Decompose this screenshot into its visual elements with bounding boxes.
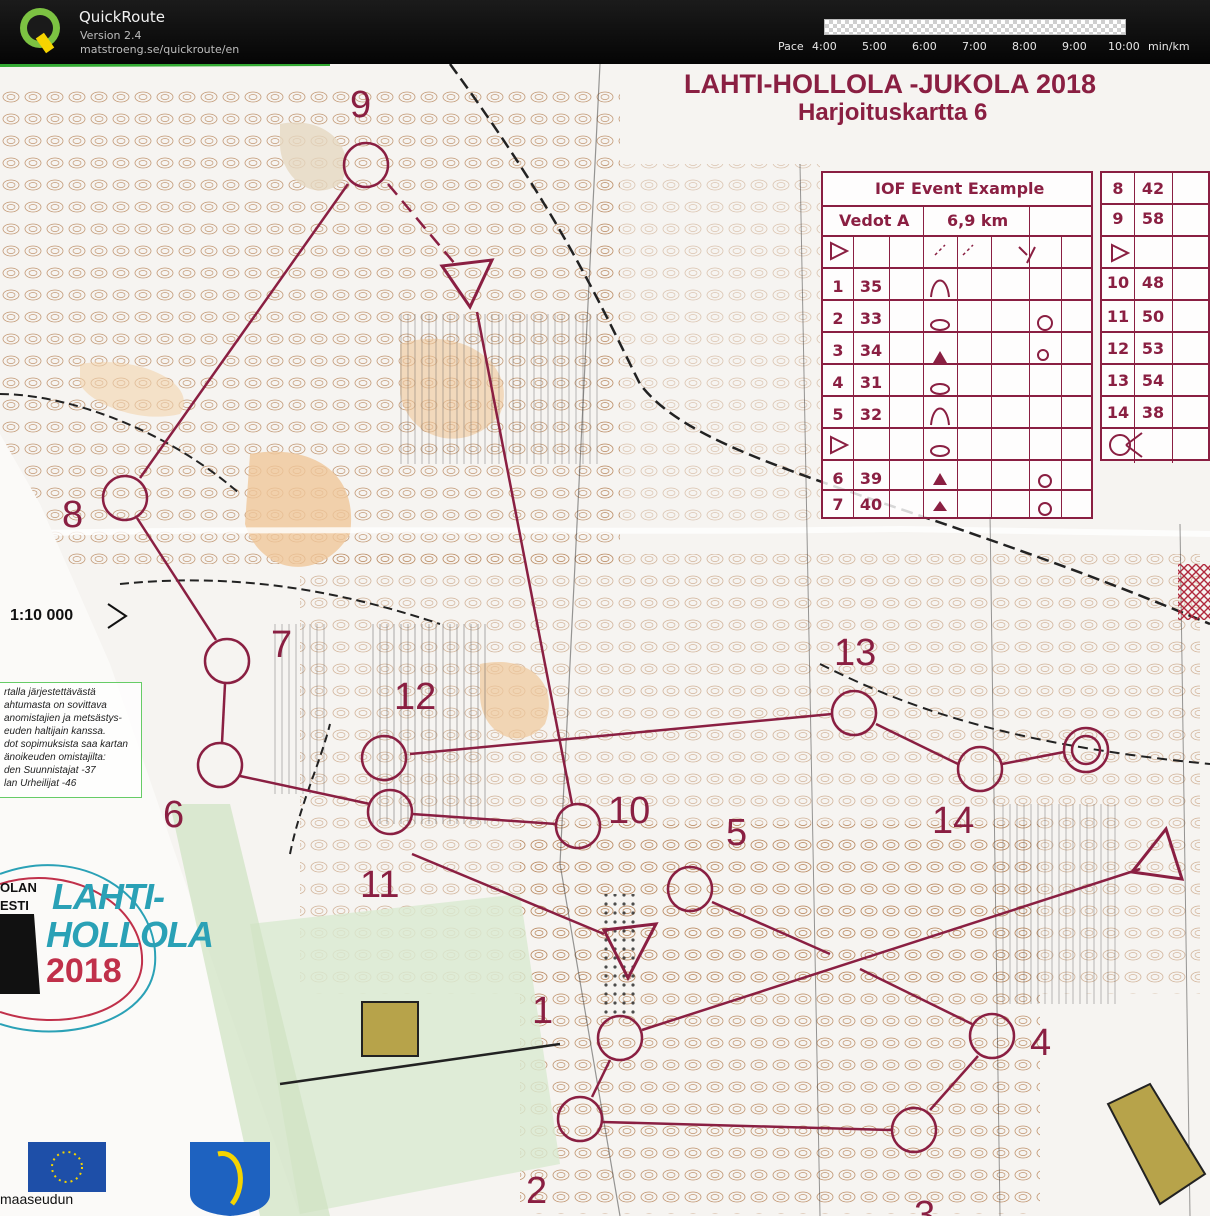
cd-control-code: 38 [1141, 403, 1165, 422]
cd-control-code: 48 [1141, 273, 1165, 292]
map-subtitle: Harjoituskartta 6 [798, 99, 988, 126]
control-number: 1 [532, 990, 554, 1032]
cd-control-number: 5 [832, 405, 844, 424]
cd-control-number: 9 [1112, 209, 1124, 228]
cd-control-number: 1 [832, 277, 844, 296]
notice-line: den Suunnistajat -37 [4, 765, 96, 776]
control-description-table-continued: 8 42 9 58 10 48 11 50 12 53 13 54 14 38 [1100, 171, 1210, 463]
landowner-notice: rtalla järjestettävästä ahtumasta on sov… [0, 682, 142, 798]
control-number: 11 [360, 864, 400, 906]
cd-control-code: 32 [859, 405, 883, 424]
control-symbols [930, 244, 1053, 516]
cd-control-code: 58 [1141, 209, 1165, 228]
cd-control-number: 6 [832, 469, 844, 488]
app-name: QuickRoute [79, 8, 165, 26]
pace-tick: 5:00 [862, 40, 887, 53]
pace-color-bar [824, 19, 1126, 35]
event-logo-year: 2018 [46, 952, 122, 990]
control-number: 8 [62, 494, 84, 536]
notice-line: euden haltijain kanssa. [4, 726, 106, 737]
event-logo-text: OLAN [0, 880, 37, 895]
control-number: 13 [834, 632, 877, 674]
quickroute-logo-icon [20, 8, 60, 54]
control-description-table: IOF Event Example Vedot A 6,9 km 1 35 2 … [821, 171, 1093, 519]
event-logo-text: HOLLOLA [46, 914, 214, 955]
notice-line: rtalla järjestettävästä [4, 687, 96, 698]
cd-control-number: 3 [832, 341, 844, 360]
control-number: 3 [914, 1194, 936, 1216]
cd-control-number: 12 [1106, 339, 1130, 358]
pace-tick: 9:00 [1062, 40, 1087, 53]
course-length: 6,9 km [947, 211, 1009, 230]
cd-control-number: 4 [832, 373, 844, 392]
pace-tick: 4:00 [812, 40, 837, 53]
cd-control-code: 54 [1141, 371, 1165, 390]
cd-control-number: 14 [1106, 403, 1130, 422]
pace-tick: 10:00 [1108, 40, 1140, 53]
app-header: QuickRoute Version 2.4 matstroeng.se/qui… [0, 0, 1210, 64]
notice-line: dot sopimuksista saa kartan [4, 739, 128, 750]
cd-control-code: 39 [859, 469, 883, 488]
control-number: 2 [526, 1170, 548, 1212]
map-title: LAHTI-HOLLOLA -JUKOLA 2018 [684, 69, 1097, 99]
control-number: 12 [394, 676, 437, 718]
pace-unit: min/km [1148, 40, 1190, 53]
control-number: 7 [271, 624, 293, 666]
pace-tick: 8:00 [1012, 40, 1037, 53]
notice-line: ahtumasta on sovittava [4, 700, 107, 711]
app-url[interactable]: matstroeng.se/quickroute/en [80, 43, 239, 56]
finish-symbol-icon [1109, 432, 1143, 458]
cd-control-number: 10 [1106, 273, 1130, 292]
event-logo: OLAN ESTI LAHTI- HOLLOLA 2018 [0, 854, 214, 1044]
cd-control-number: 7 [832, 495, 844, 514]
cd-control-number: 13 [1106, 371, 1130, 390]
cd-control-code: 31 [859, 373, 883, 392]
control-description-title: IOF Event Example [875, 179, 1045, 198]
app-version: Version 2.4 [80, 29, 142, 42]
cd-control-code: 33 [859, 309, 883, 328]
cd-control-code: 42 [1141, 179, 1165, 198]
cd-control-code: 50 [1141, 307, 1165, 326]
pace-tick: 7:00 [962, 40, 987, 53]
notice-line: änoikeuden omistajilta: [4, 752, 106, 763]
control-number: 10 [608, 790, 651, 832]
control-number: 14 [932, 800, 975, 842]
control-number: 5 [726, 812, 748, 854]
cd-control-code: 40 [859, 495, 883, 514]
control-number: 6 [163, 794, 185, 836]
cd-control-number: 8 [1112, 179, 1124, 198]
map-scale: 1:10 000 [10, 607, 74, 624]
control-number: 9 [350, 84, 372, 126]
event-logo-text: ESTI [0, 898, 29, 913]
cd-control-code: 34 [859, 341, 883, 360]
course-class: Vedot A [839, 211, 910, 230]
event-logo-text: LAHTI- [52, 876, 165, 917]
pace-tick: 6:00 [912, 40, 937, 53]
notice-line: anomistajien ja metsästys- [4, 713, 122, 724]
cd-control-number: 2 [832, 309, 844, 328]
cd-control-number: 11 [1106, 307, 1130, 326]
notice-line: lan Urheilijat -46 [4, 778, 77, 789]
orienteering-map[interactable]: 9 8 7 6 12 11 10 5 13 14 1 4 2 3 LAHTI-H… [0, 64, 1210, 1216]
footer-text: maaseudun [0, 1191, 74, 1207]
cd-control-code: 53 [1141, 339, 1165, 358]
cd-control-code: 35 [859, 277, 883, 296]
pace-label: Pace [778, 40, 804, 53]
control-number: 4 [1030, 1022, 1052, 1064]
